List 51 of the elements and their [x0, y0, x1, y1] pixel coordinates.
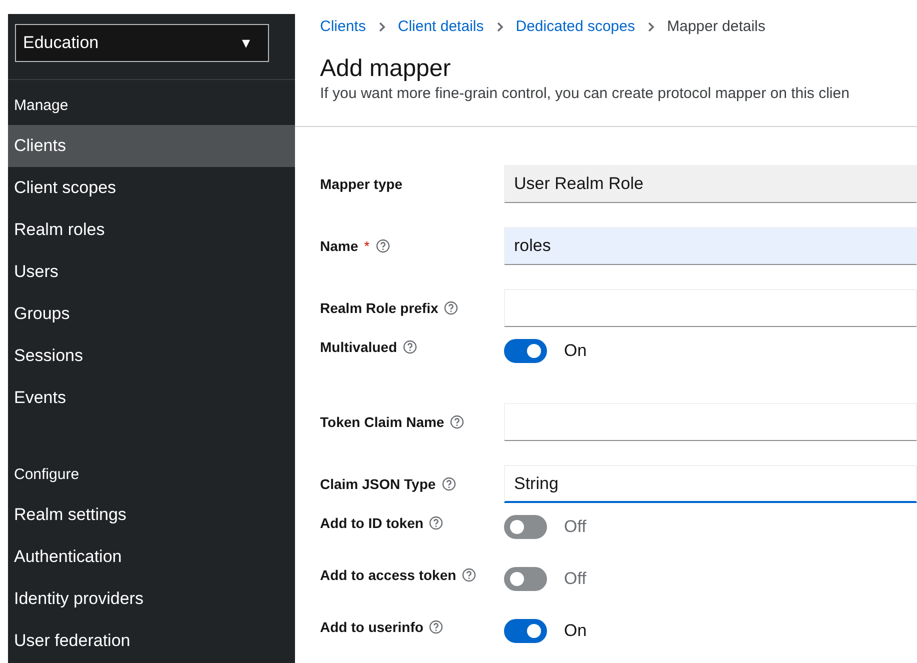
- toggle-state-text: Off: [564, 517, 586, 537]
- breadcrumb-link[interactable]: Clients: [320, 18, 366, 35]
- realm-dropdown[interactable]: Education ▾: [15, 24, 269, 62]
- nav-item[interactable]: Realm settings: [8, 494, 295, 536]
- help-icon[interactable]: [450, 415, 464, 429]
- nav-item[interactable]: Client scopes: [8, 167, 295, 209]
- help-icon[interactable]: [403, 340, 418, 354]
- nav-item[interactable]: Realm roles: [8, 209, 295, 251]
- field-label: Mapper type: [320, 176, 402, 192]
- text-field[interactable]: roles: [504, 227, 917, 265]
- field-label: Token Claim Name: [320, 414, 444, 430]
- nav-item[interactable]: Identity providers: [8, 578, 295, 620]
- nav-item[interactable]: Sessions: [8, 335, 295, 377]
- required-mark: *: [364, 238, 370, 254]
- nav-item[interactable]: User federation: [8, 620, 295, 662]
- field-label: Claim JSON Type: [320, 476, 436, 492]
- toggle-switch[interactable]: [504, 339, 547, 363]
- help-icon[interactable]: [444, 301, 458, 315]
- field-label: Name: [320, 238, 358, 254]
- mapper-type-field[interactable]: User Realm Role: [504, 165, 917, 203]
- help-icon[interactable]: [462, 568, 476, 582]
- toggle-switch[interactable]: [504, 515, 547, 539]
- text-field[interactable]: [504, 403, 917, 441]
- field-label: Multivalued: [320, 339, 398, 355]
- select-field[interactable]: String: [504, 465, 917, 503]
- field-label: Add to userinfo: [320, 619, 424, 635]
- text-field[interactable]: [504, 289, 917, 327]
- section-title: Configure: [13, 465, 80, 485]
- field-label: Add to access token: [320, 567, 456, 583]
- toggle-state-text: Off: [564, 569, 586, 589]
- toggle-state-text: On: [564, 621, 587, 641]
- help-icon[interactable]: [429, 620, 444, 634]
- toggle-state-text: On: [564, 341, 587, 361]
- field-label: Realm Role prefix: [320, 300, 438, 316]
- help-icon[interactable]: [429, 516, 444, 530]
- section-title: Manage: [13, 96, 70, 116]
- toggle-switch[interactable]: [504, 567, 547, 591]
- field-label: Add to ID token: [320, 515, 424, 531]
- breadcrumb-link[interactable]: Dedicated scopes: [516, 18, 635, 35]
- page-title: Add mapper: [320, 55, 452, 83]
- breadcrumb-link[interactable]: Client details: [398, 18, 484, 35]
- help-icon[interactable]: [376, 239, 390, 253]
- nav-item[interactable]: Groups: [8, 293, 295, 335]
- help-icon[interactable]: [442, 477, 456, 491]
- toggle-switch[interactable]: [504, 619, 547, 643]
- page-description: If you want more fine-grain control, you can create protocol mapper on this clien: [320, 85, 850, 102]
- nav-item[interactable]: Users: [8, 251, 295, 293]
- breadcrumb-current[interactable]: Mapper details: [667, 18, 766, 35]
- nav-item[interactable]: Authentication: [8, 536, 295, 578]
- nav-item[interactable]: Clients: [8, 125, 295, 167]
- nav-item[interactable]: Events: [8, 377, 295, 419]
